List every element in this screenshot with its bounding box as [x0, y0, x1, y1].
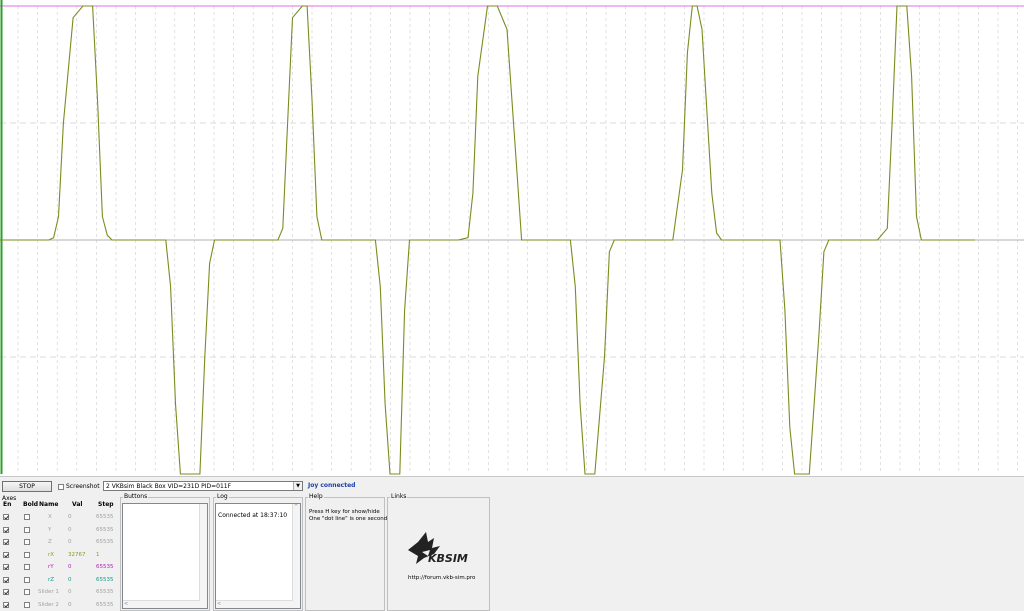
axis-enable-checkbox[interactable]	[3, 526, 9, 533]
axis-step: 65535	[96, 526, 114, 533]
axes-group: Axes En Bold Name Val Step X 0 65535 Y 0 6553…	[0, 495, 118, 611]
axis-bold-checkbox[interactable]	[24, 514, 30, 520]
axis-bold-checkbox[interactable]	[24, 526, 30, 533]
axis-step: 1	[96, 551, 100, 558]
axis-enable-checkbox[interactable]	[3, 551, 9, 558]
axis-enable-checkbox[interactable]	[3, 601, 9, 608]
log-text: Connected at 18:37:10	[218, 512, 288, 519]
axis-row: rY 0 65535	[0, 561, 118, 573]
buttons-list[interactable]: <	[122, 503, 208, 609]
col-val: Val	[72, 501, 83, 508]
forum-link[interactable]: http://forum.vkb-sim.pro	[408, 575, 475, 581]
axis-row: rZ 0 65535	[0, 574, 118, 586]
axis-value: 0	[68, 564, 72, 570]
axis-bold-checkbox[interactable]	[24, 539, 30, 545]
buttons-title: Buttons	[123, 493, 149, 500]
axis-row: Slider 2 0 65535	[0, 599, 118, 611]
device-select[interactable]: 2 VKBsim Black Box VID=231D PID=011F ▼	[103, 481, 303, 491]
axis-value: 0	[68, 576, 72, 583]
log-group: Log Connected at 18:37:10 ^ <	[213, 493, 303, 611]
axis-value: 0	[68, 526, 72, 533]
axis-name: rY	[48, 564, 54, 570]
buttons-hscroll[interactable]: <	[123, 600, 200, 608]
axis-row: Z 0 65535	[0, 536, 118, 548]
axis-enable-checkbox[interactable]	[3, 589, 9, 595]
col-step: Step	[98, 501, 114, 508]
log-hscroll[interactable]: <	[216, 600, 293, 608]
screenshot-label: Screenshot	[66, 483, 100, 490]
axis-step: 65535	[96, 601, 114, 608]
axis-step: 65535	[96, 589, 114, 595]
axis-enable-checkbox[interactable]	[3, 514, 9, 520]
col-en: En	[3, 501, 12, 508]
signal-plot	[0, 0, 1024, 476]
log-vscroll[interactable]: ^	[292, 504, 300, 608]
axis-name: Slider 1	[38, 589, 59, 595]
axis-step: 65535	[96, 539, 114, 545]
axis-row: Slider 1 0 65535	[0, 586, 118, 598]
help-group: Help Press H key for show/hide One "dot …	[305, 493, 388, 611]
log-box[interactable]: Connected at 18:37:10 ^ <	[215, 503, 301, 609]
axis-step: 65535	[96, 514, 114, 520]
axis-bold-checkbox[interactable]	[24, 576, 30, 583]
help-title: Help	[308, 493, 324, 500]
axis-bold-checkbox[interactable]	[24, 589, 30, 595]
help-line-2: One "dot line" is one second	[309, 516, 388, 522]
stop-button[interactable]: STOP	[2, 481, 52, 492]
axes-header-row: En Bold Name Val Step	[0, 498, 118, 510]
axis-value: 0	[68, 589, 72, 595]
axis-enable-checkbox[interactable]	[3, 564, 9, 570]
logo-text: KBSIM	[428, 552, 468, 565]
plot-canvas	[0, 0, 1024, 475]
axis-step: 65535	[96, 576, 114, 583]
axis-row: Y 0 65535	[0, 524, 118, 536]
axis-enable-checkbox[interactable]	[3, 539, 9, 545]
buttons-vscroll[interactable]	[199, 504, 207, 608]
col-name: Name	[39, 501, 59, 508]
links-group: Links KBSIM http://forum.vkb-sim.pro	[387, 493, 490, 611]
axis-bold-checkbox[interactable]	[24, 551, 30, 558]
axis-enable-checkbox[interactable]	[3, 576, 9, 583]
control-panel: STOP Screenshot 2 VKBsim Black Box VID=2…	[0, 476, 1024, 611]
axis-row: rX 32767 1	[0, 549, 118, 561]
buttons-group: Buttons <	[120, 493, 210, 611]
screenshot-checkbox[interactable]	[58, 484, 64, 490]
axis-row: X 0 65535	[0, 511, 118, 523]
axis-value: 0	[68, 601, 72, 608]
links-title: Links	[390, 493, 408, 500]
axis-name: X	[48, 514, 52, 520]
help-line-1: Press H key for show/hide	[309, 509, 380, 515]
axis-value: 32767	[68, 551, 86, 558]
dropdown-arrow-icon[interactable]: ▼	[293, 482, 302, 490]
axis-name: rX	[48, 551, 55, 558]
col-bold: Bold	[23, 501, 39, 508]
device-select-value: 2 VKBsim Black Box VID=231D PID=011F	[106, 483, 232, 490]
axis-name: rZ	[48, 576, 55, 583]
log-title: Log	[216, 493, 229, 500]
axis-bold-checkbox[interactable]	[24, 564, 30, 570]
axis-name: Y	[48, 526, 52, 533]
axis-name: Slider 2	[38, 601, 59, 608]
axis-name: Z	[48, 539, 52, 545]
axis-value: 0	[68, 514, 72, 520]
axis-step: 65535	[96, 564, 114, 570]
axis-bold-checkbox[interactable]	[24, 601, 30, 608]
axis-value: 0	[68, 539, 72, 545]
connection-status: Joy connected	[308, 482, 356, 489]
